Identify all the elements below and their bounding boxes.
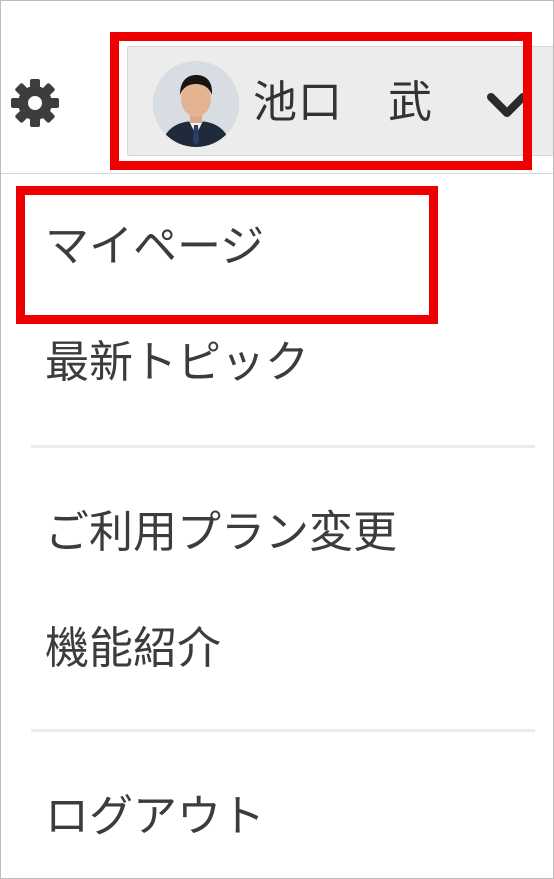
menu-item-features[interactable]: 機能紹介 (45, 619, 221, 679)
menu-item-plan-change[interactable]: ご利用プラン変更 (45, 503, 397, 563)
menu-item-logout[interactable]: ログアウト (45, 787, 265, 847)
menu-divider (31, 445, 535, 448)
menu-divider (31, 729, 535, 732)
dropdown-panel: 池口 武 マイページ 最新トピック ご利用プラン変更 機能紹介 ログアウト (0, 0, 554, 879)
chevron-down-icon[interactable] (485, 85, 529, 125)
menu-top-border (1, 173, 553, 174)
user-name[interactable]: 池口 武 (253, 70, 433, 136)
avatar[interactable] (153, 61, 239, 147)
menu-item-latest-topics[interactable]: 最新トピック (45, 333, 309, 393)
menu-item-mypage[interactable]: マイページ (45, 217, 264, 277)
gear-icon[interactable] (5, 73, 65, 133)
